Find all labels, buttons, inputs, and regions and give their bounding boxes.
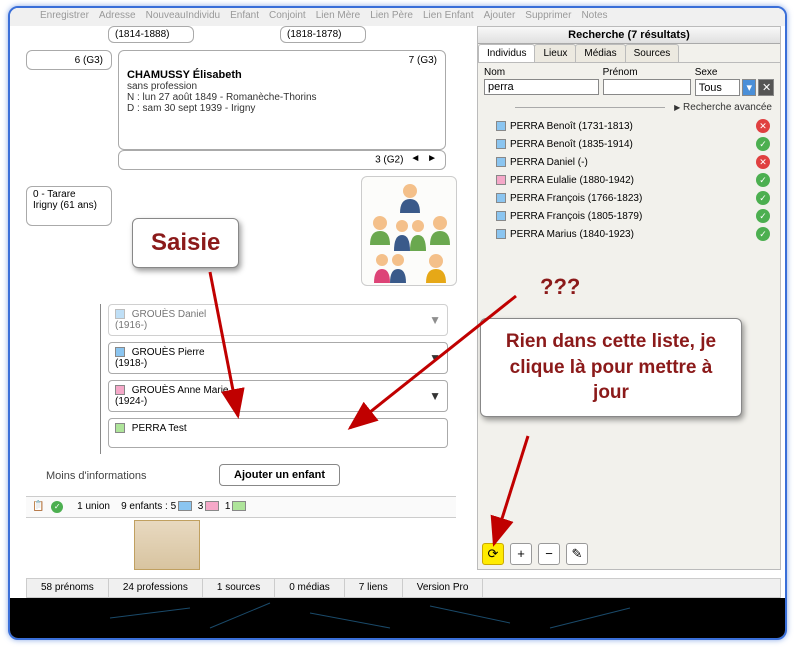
person-name: CHAMUSSY Élisabeth xyxy=(127,69,437,81)
descend-arrow-icon[interactable]: ▼ xyxy=(429,389,441,403)
gender-square-icon xyxy=(115,385,125,395)
stat-prenoms[interactable]: 58 prénoms xyxy=(27,579,109,597)
tab-medias[interactable]: Médias xyxy=(575,44,625,62)
tab-lieux[interactable]: Lieux xyxy=(534,44,576,62)
status-badge-icon: ✓ xyxy=(756,173,770,187)
person-icon xyxy=(426,213,454,245)
add-child-button[interactable]: Ajouter un enfant xyxy=(219,464,340,486)
annotation-question: ??? xyxy=(522,264,598,310)
side-info[interactable]: 0 - TarareIrigny (61 ans) xyxy=(26,186,112,226)
status-badge-icon: ✓ xyxy=(756,137,770,151)
person-card[interactable]: 7 (G3) CHAMUSSY Élisabeth sans professio… xyxy=(118,50,446,150)
result-row[interactable]: PERRA Daniel (-)✕ xyxy=(484,153,774,171)
result-row[interactable]: PERRA Marius (1840-1923)✓ xyxy=(484,225,774,243)
version-label: Version Pro xyxy=(403,579,484,597)
tab-individus[interactable]: Individus xyxy=(478,44,535,62)
tree-line xyxy=(100,304,101,454)
status-badge-icon: ✕ xyxy=(756,119,770,133)
person-death: D : sam 30 sept 1939 - Irigny xyxy=(127,103,437,114)
child-row[interactable]: GROUÈS Daniel (1916-) ▼ xyxy=(108,304,448,336)
gen-indicator-left[interactable]: 6 (G3) xyxy=(26,50,112,70)
result-row[interactable]: PERRA François (1805-1879)✓ xyxy=(484,207,774,225)
status-badge-icon: ✕ xyxy=(756,155,770,169)
sex-select[interactable] xyxy=(695,79,741,96)
status-badge-icon: ✓ xyxy=(756,191,770,205)
refresh-button[interactable]: ⟳ xyxy=(482,543,504,565)
family-icon xyxy=(390,217,430,253)
annotation-explanation: Rien dans cette liste, je clique là pour… xyxy=(480,318,742,417)
result-row[interactable]: PERRA François (1766-1823)✓ xyxy=(484,189,774,207)
add-button[interactable]: + xyxy=(510,543,532,565)
result-row[interactable]: PERRA Benoît (1835-1914)✓ xyxy=(484,135,774,153)
person-icon xyxy=(422,251,450,283)
tab-sources[interactable]: Sources xyxy=(625,44,680,62)
gen2-nav: 3 (G2) ◄ ► xyxy=(118,150,446,170)
result-row[interactable]: PERRA Eulalie (1880-1942)✓ xyxy=(484,171,774,189)
ancestor-dates-1[interactable]: (1814-1888) xyxy=(108,26,194,43)
results-list: PERRA Benoît (1731-1813)✕ PERRA Benoît (… xyxy=(478,115,780,245)
remove-button[interactable]: − xyxy=(538,543,560,565)
next-arrow-icon[interactable]: ► xyxy=(423,153,437,167)
person-birth: N : lun 27 août 1849 - Romanèche-Thorins xyxy=(127,92,437,103)
status-badge-icon: ✓ xyxy=(756,209,770,223)
child-row[interactable]: GROUÈS Pierre (1918-) ▼ xyxy=(108,342,448,374)
clear-icon[interactable]: ✕ xyxy=(758,79,774,96)
less-info-link[interactable]: Moins d'informations xyxy=(46,470,147,482)
stat-liens[interactable]: 7 liens xyxy=(345,579,403,597)
stat-professions[interactable]: 24 professions xyxy=(109,579,203,597)
search-tabs: Individus Lieux Médias Sources xyxy=(478,44,780,63)
result-row[interactable]: PERRA Benoît (1731-1813)✕ xyxy=(484,117,774,135)
annotation-saisie: Saisie xyxy=(132,218,239,268)
genealogy-pane: (1814-1888) (1818-1878) 6 (G3) 7 (G3) CH… xyxy=(26,26,456,570)
firstname-input[interactable] xyxy=(603,79,691,95)
search-toolbar: ⟳ + − ✎ xyxy=(480,541,590,567)
children-list: GROUÈS Daniel (1916-) ▼ GROUÈS Pierre (1… xyxy=(108,304,448,454)
document-thumbnail[interactable] xyxy=(134,520,200,570)
family-icon xyxy=(370,251,410,283)
child-row[interactable]: GROUÈS Anne Marie (1924-) ▼ xyxy=(108,380,448,412)
gender-square-icon xyxy=(115,423,125,433)
descend-arrow-icon[interactable]: ▼ xyxy=(429,313,441,327)
gender-square-icon xyxy=(115,347,125,357)
menubar: EnregistrerAdresseNouveauIndividuEnfantC… xyxy=(10,8,785,26)
gen-indicator-right: 7 (G3) xyxy=(409,55,437,66)
family-icons-panel[interactable] xyxy=(361,176,457,286)
prev-arrow-icon[interactable]: ◄ xyxy=(406,153,420,167)
gender-square-icon xyxy=(115,309,125,319)
bottom-strip xyxy=(10,598,785,638)
person-profession: sans profession xyxy=(127,81,437,92)
status-bar: 58 prénoms 24 professions 1 sources 0 mé… xyxy=(26,578,781,598)
stats-bar: 📋 ✓ 1 union 9 enfants : 5 3 1 xyxy=(26,496,456,518)
descend-arrow-icon[interactable]: ▼ xyxy=(429,351,441,365)
advanced-search-link[interactable]: ▶ Recherche avancée xyxy=(478,100,780,115)
child-row[interactable]: PERRA Test xyxy=(108,418,448,448)
status-badge-icon: ✓ xyxy=(756,227,770,241)
dropdown-icon[interactable]: ▾ xyxy=(742,79,756,96)
ancestor-dates-2[interactable]: (1818-1878) xyxy=(280,26,366,43)
edit-button[interactable]: ✎ xyxy=(566,543,588,565)
stat-medias[interactable]: 0 médias xyxy=(275,579,345,597)
search-header: Recherche (7 résultats) xyxy=(478,27,780,44)
stat-sources[interactable]: 1 sources xyxy=(203,579,275,597)
person-icon xyxy=(396,181,424,213)
name-input[interactable] xyxy=(484,79,599,95)
